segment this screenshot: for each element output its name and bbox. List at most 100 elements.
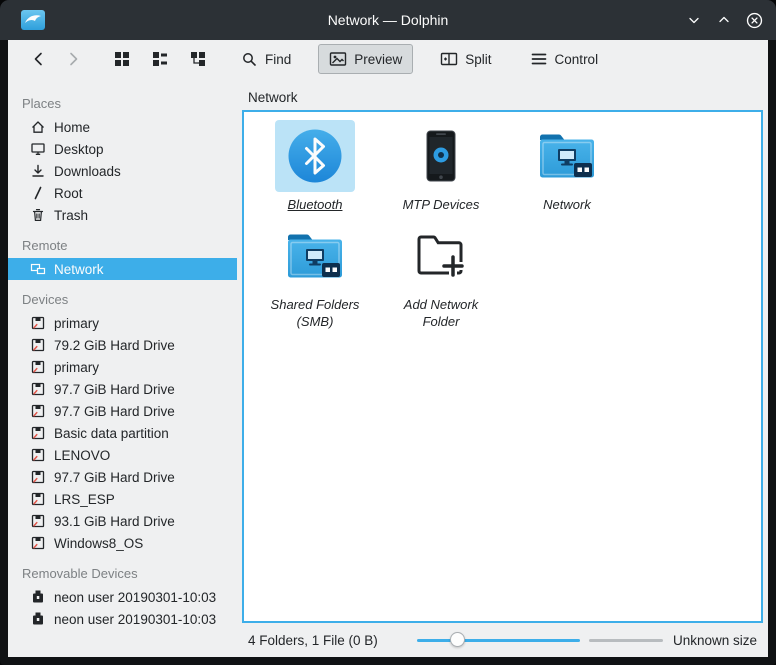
find-button[interactable]: Find [230,45,302,74]
preview-button[interactable]: Preview [318,44,414,74]
sidebar-item-label: 97.7 GiB Hard Drive [54,403,175,419]
sidebar-item-basic-data-partition[interactable]: Basic data partition [8,422,237,444]
dolphin-window: Network — Dolphin Find Preview Split Con… [0,0,776,665]
hamburger-menu-icon [530,50,548,68]
sidebar-item-label: LENOVO [54,447,111,463]
sidebar-item-label: LRS_ESP [54,491,115,507]
sidebar-item-97-7-gib-hard-drive[interactable]: 97.7 GiB Hard Drive [8,400,237,422]
add-network-folder-icon [401,220,481,292]
maximize-button[interactable] [714,10,734,30]
folder-network-icon [275,220,355,292]
device-icon [30,469,46,485]
places-panel: Places Home Desktop Downloads Root Trash Remot… [8,78,237,657]
sidebar-item-neon-user-20190301-10-03[interactable]: neon user 20190301-10:03 [8,586,237,608]
location-bar: Network [242,78,763,110]
sidebar-item-label: 97.7 GiB Hard Drive [54,381,175,397]
sidebar-item-label: Basic data partition [54,425,169,441]
folder-view[interactable]: Bluetooth MTP Devices Network Shared Folder… [242,110,763,623]
file-item-label: Network [543,197,591,212]
sidebar-item-root[interactable]: Root [8,182,237,204]
device-icon [30,491,46,507]
file-item-label: Shared Folders (SMB) [270,296,360,330]
sidebar-item-network[interactable]: Network [8,258,237,280]
sidebar-item-97-7-gib-hard-drive[interactable]: 97.7 GiB Hard Drive [8,378,237,400]
file-item-mtp-devices[interactable]: MTP Devices [378,120,504,214]
titlebar[interactable]: Network — Dolphin [0,0,776,40]
sidebar-item-windows8-os[interactable]: Windows8_OS [8,532,237,554]
toolbar: Find Preview Split Control [8,40,768,78]
sidebar-item-label: 79.2 GiB Hard Drive [54,337,175,353]
control-label: Control [554,51,599,67]
file-item-shared-folders-smb[interactable]: Shared Folders (SMB) [252,220,378,331]
file-item-bluetooth[interactable]: Bluetooth [252,120,378,214]
file-item-network[interactable]: Network [504,120,630,214]
chevron-down-icon [689,17,699,24]
forward-icon [64,50,82,68]
breadcrumb[interactable]: Network [248,90,298,105]
file-item-add-network-folder[interactable]: Add Network Folder [378,220,504,331]
details-view-button[interactable] [144,45,176,73]
statusbar: 4 Folders, 1 File (0 B) Unknown size [242,623,763,657]
desktop-icon [30,141,46,157]
preview-label: Preview [354,51,403,67]
icons-view-icon [113,50,131,68]
sidebar-item-label: neon user 20190301-10:03 [54,589,217,605]
sidebar-item-label: Network [54,261,104,277]
preview-image-icon [329,50,347,68]
mtp-icon [401,120,481,192]
removable-icon [30,589,46,605]
zoom-slider-handle[interactable] [449,632,465,647]
device-icon [30,337,46,353]
sidebar-item-label: primary [54,359,100,375]
sidebar-item-primary[interactable]: primary [8,312,237,334]
sidebar-item-desktop[interactable]: Desktop [8,138,237,160]
sidebar-item-label: Root [54,185,83,201]
sidebar-item-label: Desktop [54,141,104,157]
sidebar-item-label: Downloads [54,163,121,179]
sidebar-item-label: primary [54,315,100,331]
sidebar-item-79-2-gib-hard-drive[interactable]: 79.2 GiB Hard Drive [8,334,237,356]
sidebar-item-label: Windows8_OS [54,535,144,551]
split-view-icon [440,50,458,68]
file-item-label: Add Network Folder [403,296,479,330]
main-area: Network Bluetooth MTP Devices Network Share… [237,78,768,657]
close-icon [746,12,762,28]
sidebar-item-downloads[interactable]: Downloads [8,160,237,182]
forward-button[interactable] [58,45,88,73]
device-icon [30,425,46,441]
status-summary: 4 Folders, 1 File (0 B) [248,632,378,648]
control-button[interactable]: Control [519,44,610,74]
places-section-header: Places [22,96,62,111]
sidebar-item-label: Trash [54,207,89,223]
sidebar-item-primary[interactable]: primary [8,356,237,378]
removable-icon [30,611,46,627]
sidebar-item-93-1-gib-hard-drive[interactable]: 93.1 GiB Hard Drive [8,510,237,532]
tree-view-icon [189,50,207,68]
minimize-button[interactable] [684,10,704,30]
details-view-icon [151,50,169,68]
device-icon [30,403,46,419]
split-button[interactable]: Split [429,44,502,74]
folder-network-icon [527,120,607,192]
places-section-header: Removable Devices [22,566,138,581]
zoom-slider[interactable] [416,631,663,649]
back-button[interactable] [24,45,54,73]
network-icon [30,261,46,277]
places-section-header: Remote [22,238,68,253]
sidebar-item-97-7-gib-hard-drive[interactable]: 97.7 GiB Hard Drive [8,466,237,488]
close-button[interactable] [744,10,764,30]
icons-view-button[interactable] [106,45,138,73]
file-item-label: Bluetooth [287,197,343,212]
places-section-header: Devices [22,292,69,307]
sidebar-item-home[interactable]: Home [8,116,237,138]
device-icon [30,513,46,529]
sidebar-item-neon-user-20190301-10-03[interactable]: neon user 20190301-10:03 [8,608,237,630]
search-icon [241,51,258,68]
sidebar-item-label: neon user 20190301-10:03 [54,611,217,627]
window-controls [684,10,764,30]
sidebar-item-trash[interactable]: Trash [8,204,237,226]
sidebar-item-lenovo[interactable]: LENOVO [8,444,237,466]
sidebar-item-lrs-esp[interactable]: LRS_ESP [8,488,237,510]
tree-view-button[interactable] [182,45,214,73]
view-mode-group [106,45,214,73]
